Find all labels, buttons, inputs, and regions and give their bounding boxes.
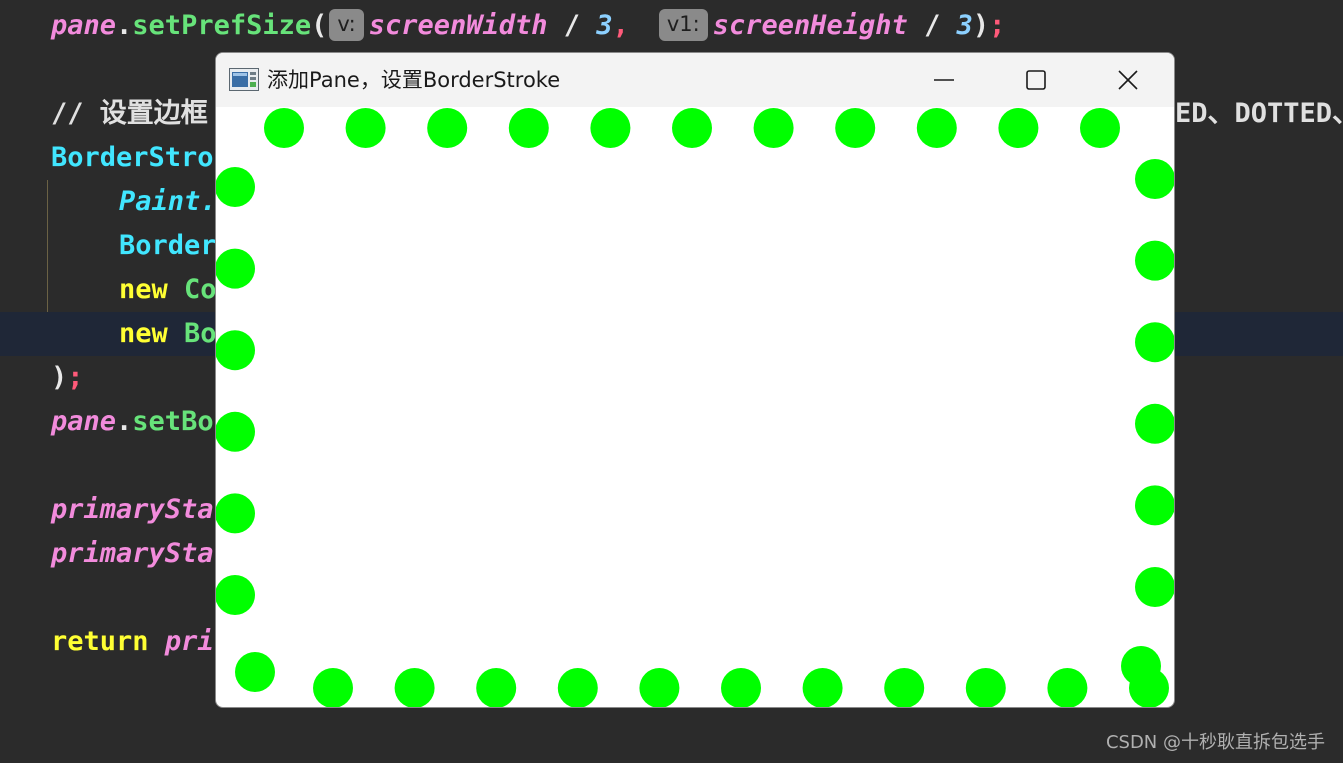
code-keyword: new [119,274,168,305]
dotted-border [216,108,1174,707]
border-dot [216,411,255,452]
border-dot [835,108,876,148]
code-token: setBo [132,406,214,437]
minimize-icon [934,79,954,81]
code-token: ; [989,10,1006,41]
border-dot [476,668,517,707]
parameter-hint: v1: [658,9,708,41]
border-dot [1121,646,1161,686]
code-token: ( [311,10,328,41]
border-dot [427,108,468,148]
border-dot [965,668,1006,707]
code-token: setPrefSize [132,10,312,41]
code-token: . [116,10,133,41]
code-keyword: return [51,626,149,657]
border-dot [753,108,794,148]
border-dot [1080,108,1120,148]
code-token: 3 [956,10,973,41]
border-dot [1135,485,1174,526]
border-dot [345,108,386,148]
border-dot [590,108,631,148]
maximize-icon [1026,70,1046,90]
border-dot [998,108,1039,148]
code-token: BorderStro [51,142,214,173]
minimize-button[interactable] [912,53,976,107]
code-line-2-tail: ED、DOTTED、 [1175,92,1343,136]
code-line-1: pane.setPrefSize(v: screenWidth / 3, v1: sc… [51,4,1343,48]
border-dot [216,575,255,615]
maximize-button[interactable] [1004,53,1068,107]
border-dot [216,167,255,207]
border-dot [1135,322,1174,363]
code-comment: ED、DOTTED、 [1175,98,1343,129]
app-window-icon [229,68,259,91]
code-token: pane [51,10,117,41]
border-dot [672,108,712,148]
watermark: CSDN @十秒耿直拆包选手 [1105,732,1325,753]
code-token: Border [119,230,217,261]
code-token: Bo [184,318,217,349]
border-dot [557,668,598,707]
border-dot [264,108,304,148]
border-dot [508,108,549,148]
window-titlebar[interactable]: 添加Pane，设置BorderStroke [216,53,1174,107]
border-dot [1047,668,1088,707]
border-dot [884,668,925,707]
code-token: ) [972,10,990,41]
border-dot [216,248,255,289]
code-token: screenHeight [712,10,908,41]
code-token: primarySta [51,538,214,569]
parameter-hint: v: [329,9,364,41]
border-dot [721,668,761,707]
pane-content [216,107,1174,707]
app-window[interactable]: 添加Pane，设置BorderStroke [215,52,1175,708]
code-token: screenWidth [368,10,548,41]
code-token: pane [51,406,117,437]
code-token: / [547,10,597,41]
code-token: Paint. [119,186,217,217]
code-token: 3 [596,10,613,41]
border-dot [394,668,435,707]
code-token: Co [184,274,217,305]
code-token: , [612,10,629,41]
border-dot [1135,159,1174,199]
border-dot [1135,403,1174,444]
code-keyword: new [119,318,168,349]
close-button[interactable] [1096,53,1160,107]
border-dot [1135,240,1174,281]
border-dot [216,493,255,534]
window-title: 添加Pane，设置BorderStroke [267,68,561,92]
border-dot [216,330,255,371]
border-dot [313,668,353,707]
code-token: primarySta [51,494,214,525]
code-token: . [116,406,133,437]
code-token: pri [164,626,214,657]
border-dot [802,668,843,707]
code-token: ; [67,362,84,393]
border-dot [1135,567,1174,607]
code-token: / [907,10,957,41]
border-dot [235,652,275,692]
close-icon [1118,70,1138,90]
border-dot [639,668,680,707]
border-dot [916,108,957,148]
code-token: ) [51,362,68,393]
code-comment: // 设置边框 [51,98,208,129]
